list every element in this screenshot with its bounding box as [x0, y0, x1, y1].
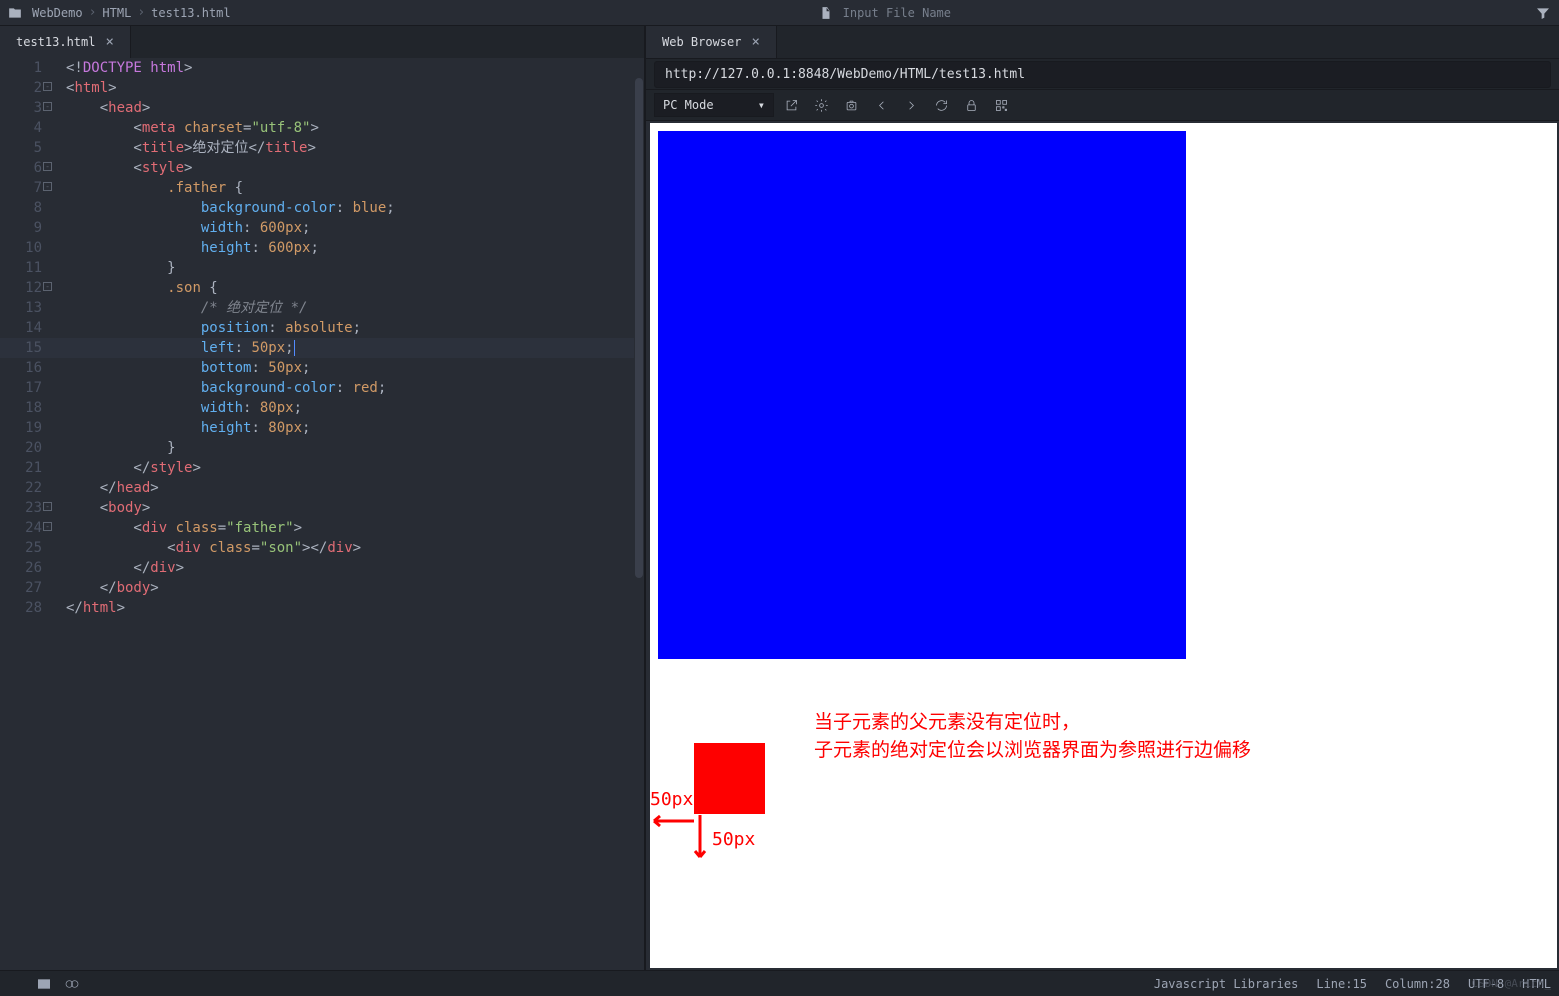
breadcrumb-sep: › — [87, 5, 99, 20]
editor-tabs: test13.html × — [0, 26, 644, 58]
tab-test13[interactable]: test13.html × — [0, 26, 131, 58]
folder-icon — [8, 6, 22, 20]
open-external-icon[interactable] — [778, 92, 804, 118]
breadcrumb-sep: › — [135, 5, 147, 20]
screenshot-icon[interactable] — [838, 92, 864, 118]
browser-pane: Web Browser × http://127.0.0.1:8848/WebD… — [646, 26, 1559, 970]
top-bar: WebDemo › HTML › test13.html Input File … — [0, 0, 1559, 26]
annotation-text: 当子元素的父元素没有定位时， 子元素的绝对定位会以浏览器界面为参照进行边偏移 — [814, 708, 1251, 764]
breadcrumb-segment[interactable]: WebDemo — [28, 6, 87, 20]
status-bar: Javascript Libraries Line:15 Column:28 U… — [0, 970, 1559, 996]
structure-icon[interactable] — [8, 976, 24, 992]
render-viewport: 50px 50px 当子元素的父元素没有定位时， 子元素的绝对定位会以浏览器界面… — [650, 123, 1557, 968]
tab-web-browser[interactable]: Web Browser × — [646, 26, 777, 58]
status-line[interactable]: Line:15 — [1316, 977, 1367, 991]
watermark: CSDN @Arich_ — [1472, 977, 1551, 990]
new-file-icon[interactable] — [819, 6, 833, 20]
main-split: test13.html × 12-3-456-7-89101112-131415… — [0, 26, 1559, 970]
breadcrumb-segment[interactable]: HTML — [98, 6, 135, 20]
arrow-down-icon — [690, 813, 710, 863]
label-left: 50px — [650, 789, 693, 810]
label-bottom: 50px — [712, 829, 755, 850]
qr-icon[interactable] — [988, 92, 1014, 118]
input-file-name[interactable]: Input File Name — [843, 6, 951, 20]
gutter: 12-3-456-7-89101112-13141516171819202122… — [0, 58, 48, 970]
code-content[interactable]: <!DOCTYPE html><html> <head> <meta chars… — [48, 58, 644, 970]
browser-tabs: Web Browser × — [646, 26, 1559, 58]
chevron-down-icon: ▾ — [758, 98, 765, 112]
father-box — [658, 131, 1186, 659]
mode-select[interactable]: PC Mode▾ — [654, 93, 774, 117]
son-box — [694, 743, 765, 814]
editor-pane: test13.html × 12-3-456-7-89101112-131415… — [0, 26, 644, 970]
back-icon[interactable] — [868, 92, 894, 118]
tab-label: Web Browser — [662, 35, 741, 49]
lock-icon[interactable] — [958, 92, 984, 118]
code-area[interactable]: 12-3-456-7-89101112-13141516171819202122… — [0, 58, 644, 970]
filter-icon[interactable] — [1535, 5, 1551, 21]
status-libs[interactable]: Javascript Libraries — [1154, 977, 1299, 991]
breadcrumb-segment[interactable]: test13.html — [147, 6, 234, 20]
sync-icon[interactable] — [64, 976, 80, 992]
url-bar: http://127.0.0.1:8848/WebDemo/HTML/test1… — [646, 58, 1559, 90]
gear-icon[interactable] — [808, 92, 834, 118]
forward-icon[interactable] — [898, 92, 924, 118]
browser-toolbar: PC Mode▾ — [646, 90, 1559, 121]
url-input[interactable]: http://127.0.0.1:8848/WebDemo/HTML/test1… — [654, 61, 1551, 88]
close-icon[interactable]: × — [751, 34, 759, 50]
close-icon[interactable]: × — [105, 34, 113, 50]
refresh-icon[interactable] — [928, 92, 954, 118]
tab-label: test13.html — [16, 35, 95, 49]
terminal-icon[interactable] — [36, 976, 52, 992]
status-column[interactable]: Column:28 — [1385, 977, 1450, 991]
